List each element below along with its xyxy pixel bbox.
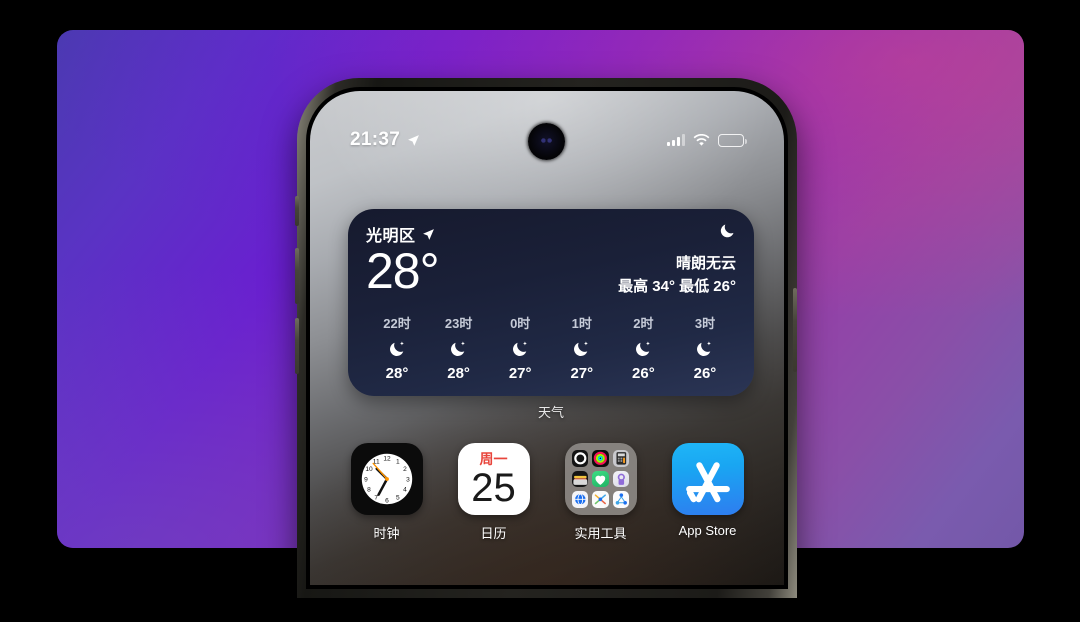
status-bar-right (667, 133, 747, 147)
health-mini-icon (592, 470, 609, 488)
svg-text:4: 4 (403, 487, 407, 494)
iphone-device: 21:37 光明区 28° 晴朗无云 最高 34° 最低 26° 22时 28°… (297, 78, 797, 598)
app-label: App Store (678, 523, 737, 538)
app-store-icon[interactable] (671, 443, 744, 515)
status-bar-clock: 21:37 (350, 129, 401, 150)
weather-condition-text: 晴朗无云 (675, 254, 736, 272)
battery-icon (718, 133, 747, 147)
moon-stars-icon (389, 341, 404, 356)
svg-text:6: 6 (385, 497, 389, 504)
moon-stars-icon (635, 341, 650, 356)
weather-widget-label: 天气 (537, 405, 564, 420)
svg-text:2: 2 (403, 466, 407, 473)
cellular-bars-icon (667, 134, 685, 146)
phone-power-button[interactable] (793, 288, 797, 372)
weather-main-row: 28° 晴朗无云 最高 34° 最低 26° (366, 243, 736, 299)
activity-mini-icon (592, 450, 609, 467)
files-mini-icon (612, 491, 630, 508)
weather-summary: 晴朗无云 最高 34° 最低 26° (618, 252, 736, 296)
hourly-temp: 28° (447, 364, 470, 382)
phone-screen: 21:37 光明区 28° 晴朗无云 最高 34° 最低 26° 22时 28°… (310, 91, 784, 585)
hourly-hour-label: 2时 (633, 315, 654, 331)
weather-high-low-text: 最高 34° 最低 26° (618, 277, 736, 295)
svg-text:8: 8 (367, 487, 371, 494)
location-arrow-icon (408, 134, 420, 146)
status-bar: 21:37 (310, 127, 784, 153)
svg-text:1: 1 (395, 458, 399, 465)
location-arrow-icon (422, 228, 434, 240)
home-screen-app-row: 12 1 2 3 4 5 6 7 8 9 10 11 时钟 周一 25 日历 实… (310, 443, 784, 542)
moon-stars-icon (697, 341, 712, 356)
svg-text:3: 3 (406, 476, 410, 483)
phone-action-button[interactable] (295, 196, 299, 226)
translate-mini-icon (571, 491, 589, 508)
hourly-hour-label: 0时 (510, 315, 531, 331)
phone-volume-down-button[interactable] (295, 318, 299, 374)
utilities-folder-icon[interactable] (564, 443, 637, 515)
clock-app-icon[interactable]: 12 1 2 3 4 5 6 7 8 9 10 11 (350, 443, 423, 515)
app-calendar[interactable]: 周一 25 日历 (455, 443, 533, 542)
status-bar-left: 21:37 (350, 129, 420, 151)
weather-current-temperature: 28° (366, 243, 440, 299)
clock-mini-icon (571, 450, 589, 467)
calendar-app-icon[interactable]: 周一 25 (457, 443, 530, 515)
phone-volume-up-button[interactable] (295, 248, 299, 304)
weather-hourly-forecast: 22时 28° 23时 28° 0时 27° 1时 27° 2时 26° 3时 … (366, 313, 736, 382)
phone-bezel: 21:37 光明区 28° 晴朗无云 最高 34° 最低 26° 22时 28°… (306, 87, 788, 589)
freeform-mini-icon (592, 491, 609, 508)
app-app-store[interactable]: App Store (669, 443, 747, 542)
hourly-hour-label: 3时 (694, 315, 716, 331)
hourly-forecast-item: 0时 27° (491, 313, 549, 382)
clock-face: 12 1 2 3 4 5 6 7 8 9 10 11 (361, 453, 412, 504)
hourly-forecast-item: 22时 28° (368, 313, 426, 382)
app-store-glyph (685, 462, 730, 503)
moon-stars-icon (512, 341, 527, 356)
moon-stars-icon (574, 341, 589, 356)
hourly-forecast-item: 3时 26° (676, 313, 734, 382)
hourly-hour-label: 1时 (571, 315, 592, 331)
hourly-temp: 26° (693, 364, 717, 382)
hourly-temp: 28° (385, 364, 409, 382)
svg-text:9: 9 (364, 476, 368, 483)
svg-text:12: 12 (383, 455, 391, 462)
hourly-temp: 26° (632, 364, 655, 382)
svg-text:5: 5 (395, 494, 399, 501)
hourly-forecast-item: 1时 27° (553, 313, 611, 382)
weather-widget[interactable]: 光明区 28° 晴朗无云 最高 34° 最低 26° 22时 28° 23时 2… (348, 209, 754, 396)
hourly-temp: 27° (570, 364, 594, 382)
hourly-forecast-item: 2时 26° (614, 313, 672, 382)
crescent-moon-icon (720, 224, 734, 238)
app-label: 日历 (480, 526, 507, 541)
svg-text:10: 10 (365, 466, 373, 473)
app-label: 时钟 (373, 526, 400, 541)
app-label: 实用工具 (574, 526, 627, 541)
app-utilities-folder[interactable]: 实用工具 (562, 443, 640, 542)
calculator-mini-icon (612, 450, 630, 467)
screenshot-stage: 21:37 光明区 28° 晴朗无云 最高 34° 最低 26° 22时 28°… (0, 0, 1080, 622)
app-clock[interactable]: 12 1 2 3 4 5 6 7 8 9 10 11 时钟 (348, 443, 426, 542)
calendar-date: 25 (471, 466, 516, 510)
hourly-hour-label: 22时 (383, 315, 411, 331)
hourly-hour-label: 23时 (444, 315, 473, 331)
wifi-icon (693, 133, 710, 146)
moon-stars-icon (451, 341, 465, 356)
hourly-temp: 27° (508, 364, 532, 382)
wallet-mini-icon (571, 470, 589, 488)
hourly-forecast-item: 23时 28° (430, 313, 488, 382)
shortcuts-mini-icon (612, 470, 630, 488)
